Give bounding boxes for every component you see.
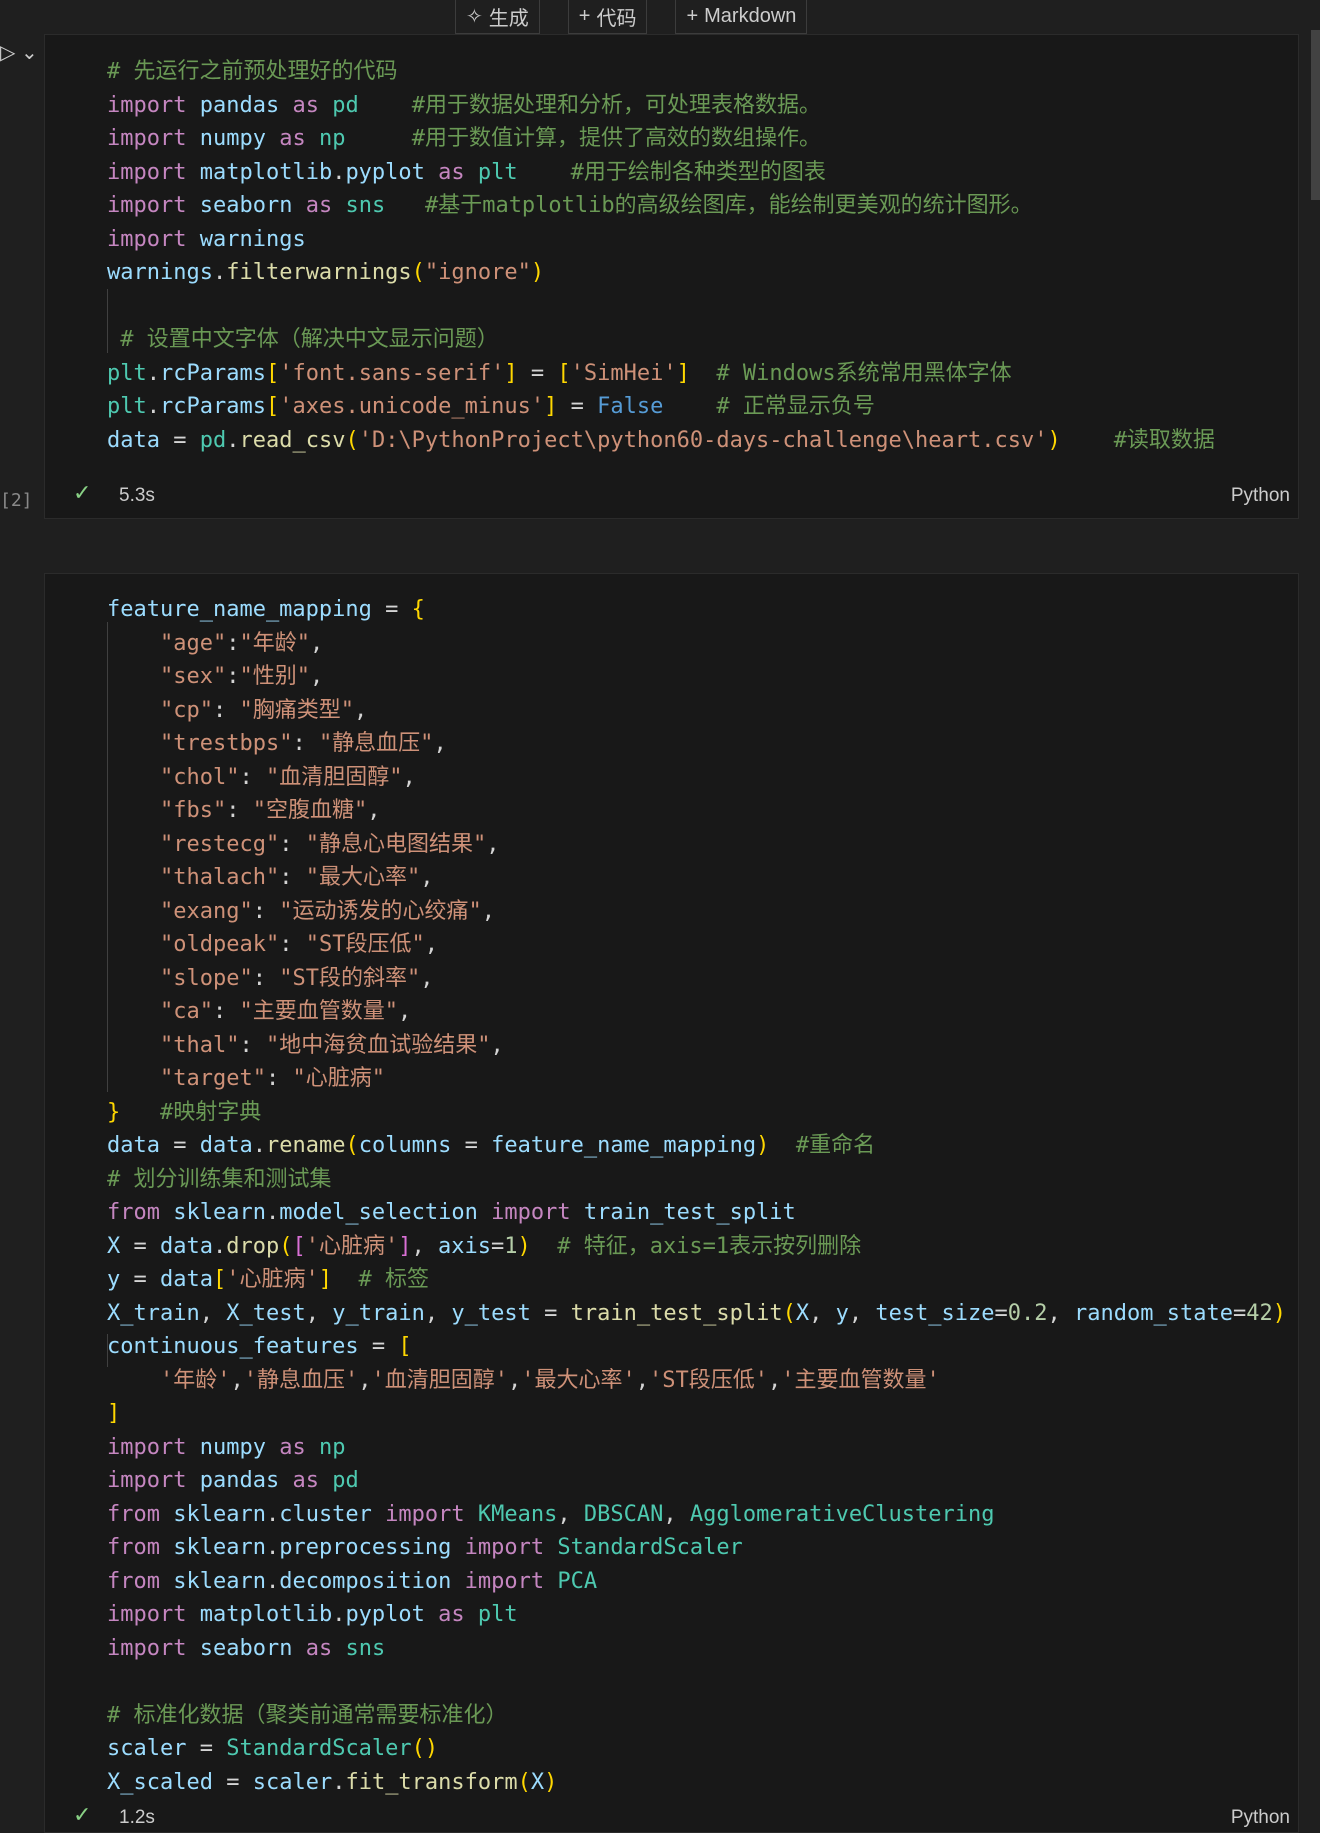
code-line: import matplotlib.pyplot as plt #用于绘制各种类…: [107, 159, 826, 185]
code-line: "trestbps": "静息血压",: [159, 731, 447, 756]
code-line: from sklearn.cluster import KMeans, DBSC…: [107, 1501, 995, 1527]
code-line: import pandas as pd: [107, 1468, 359, 1493]
code-line: X_scaled = scaler.fit_transform(X): [107, 1769, 558, 1795]
code-line: # 划分训练集和测试集: [107, 1166, 332, 1192]
code-line: # 设置中文字体（解决中文显示问题）: [120, 327, 499, 352]
code-line: X = data.drop(['心脏病'], axis=1) # 特征，axis…: [107, 1233, 862, 1259]
code-line: import seaborn as sns: [107, 1635, 386, 1661]
code-line: data = data.rename(columns = feature_nam…: [107, 1133, 876, 1158]
success-check-icon: ✓: [73, 480, 92, 505]
code-line: import seaborn as sns #基于matplotlib的高级绘图…: [107, 193, 1033, 218]
code-line: import matplotlib.pyplot as plt: [107, 1602, 518, 1627]
code-line: from sklearn.model_selection import trai…: [107, 1200, 796, 1225]
code-line: data = pd.read_csv('D:\PythonProject\pyt…: [107, 427, 1215, 453]
code-editor[interactable]: # 先运行之前预处理好的代码 import pandas as pd #用于数据处…: [107, 55, 1215, 457]
code-line: y = data['心脏病'] # 标签: [107, 1267, 429, 1292]
run-icon[interactable]: ▷: [0, 42, 15, 64]
code-line: "cp": "胸痛类型",: [159, 697, 368, 723]
scrollbar-thumb[interactable]: [1311, 30, 1320, 200]
code-line: "slope": "ST段的斜率",: [159, 965, 434, 991]
code-line: X_train, X_test, y_train, y_test = train…: [107, 1300, 1286, 1326]
code-line: # 先运行之前预处理好的代码: [107, 59, 398, 84]
code-line: "chol": "血清胆固醇",: [159, 764, 416, 790]
cell-language[interactable]: Python: [1231, 485, 1290, 507]
code-line: feature_name_mapping = {: [107, 597, 425, 622]
code-line: "fbs": "空腹血糖",: [159, 798, 381, 823]
sparkle-icon: ✧: [466, 6, 483, 28]
execution-count: [2]: [0, 490, 33, 511]
code-label: 代码: [596, 8, 637, 30]
code-line: import warnings: [107, 226, 306, 252]
success-check-icon: ✓: [73, 1802, 92, 1827]
chevron-down-icon[interactable]: ⌄: [21, 42, 38, 64]
code-line: "oldpeak": "ST段压低",: [159, 932, 438, 957]
code-line: "thal": "地中海贫血试验结果",: [159, 1032, 504, 1058]
code-editor[interactable]: feature_name_mapping = { "age":"年龄", "se…: [107, 593, 1286, 1799]
cell-status-bar: ✓ 1.2s Python: [45, 1796, 1298, 1832]
code-line: } #映射字典: [107, 1099, 262, 1125]
cell-toolbar: ✧ 生成 + 代码 + Markdown: [455, 0, 808, 34]
plus-icon: +: [686, 5, 699, 27]
code-line: "target": "心脏病": [159, 1066, 385, 1091]
code-line: warnings.filterwarnings("ignore"): [107, 260, 545, 285]
run-cell-control[interactable]: ▷ ⌄: [0, 40, 38, 65]
code-line: from sklearn.preprocessing import Standa…: [107, 1535, 743, 1560]
code-line: import numpy as np: [107, 1434, 346, 1460]
code-line: import numpy as np #用于数值计算，提供了高效的数组操作。: [107, 126, 821, 151]
code-line: "thalach": "最大心率",: [159, 865, 434, 890]
markdown-label: Markdown: [704, 5, 797, 27]
add-code-button[interactable]: + 代码: [567, 0, 648, 34]
code-line: '年龄','静息血压','血清胆固醇','最大心率','ST段压低','主要血管…: [159, 1367, 940, 1393]
code-line: "sex":"性别",: [159, 664, 324, 689]
code-line: # 标准化数据（聚类前通常需要标准化）: [107, 1702, 508, 1728]
code-line: scaler = StandardScaler(): [107, 1736, 439, 1761]
code-line: continuous_features = [: [107, 1334, 412, 1359]
code-cell-2[interactable]: feature_name_mapping = { "age":"年龄", "se…: [44, 573, 1299, 1833]
generate-label: 生成: [488, 8, 529, 30]
cell-status-bar: ✓ 5.3s Python: [45, 474, 1298, 518]
execution-time: 5.3s: [119, 485, 155, 506]
code-line: from sklearn.decomposition import PCA: [107, 1568, 598, 1594]
cell-language[interactable]: Python: [1231, 1807, 1290, 1829]
execution-time: 1.2s: [119, 1807, 155, 1828]
plus-icon: +: [578, 5, 591, 27]
code-line: import pandas as pd #用于数据处理和分析，可处理表格数据。: [107, 92, 821, 118]
code-line: ]: [107, 1401, 121, 1426]
code-line: plt.rcParams['font.sans-serif'] = ['SimH…: [107, 360, 1012, 386]
generate-button[interactable]: ✧ 生成: [455, 0, 540, 34]
add-markdown-button[interactable]: + Markdown: [675, 0, 808, 34]
code-cell-1[interactable]: # 先运行之前预处理好的代码 import pandas as pd #用于数据处…: [44, 34, 1299, 519]
code-line: "exang": "运动诱发的心绞痛",: [159, 898, 495, 924]
code-line: "ca": "主要血管数量",: [159, 999, 412, 1024]
code-line: "restecg": "静息心电图结果",: [159, 831, 500, 857]
code-line: plt.rcParams['axes.unicode_minus'] = Fal…: [107, 394, 875, 419]
code-line: "age":"年龄",: [159, 630, 324, 656]
